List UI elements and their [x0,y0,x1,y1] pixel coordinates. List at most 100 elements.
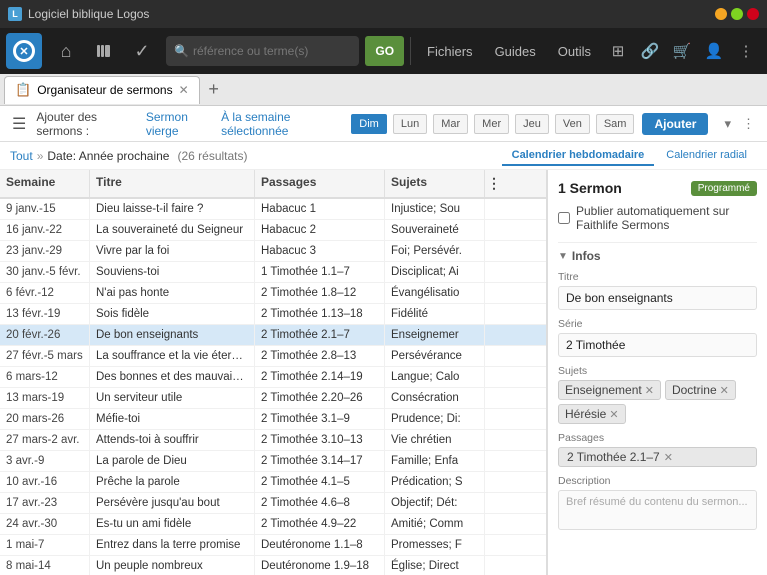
calendar-radial-button[interactable]: Calendrier radial [656,146,757,166]
search-input[interactable] [193,44,351,58]
td-passage: 2 Timothée 4.6–8 [255,493,385,513]
titlebar-controls[interactable] [715,8,759,20]
td-passage: 1 Timothée 1.1–7 [255,262,385,282]
day-jeu-button[interactable]: Jeu [515,114,549,134]
tag-doctrine[interactable]: Doctrine ✕ [665,380,736,400]
table-row[interactable]: 16 janv.-22 La souveraineté du Seigneur … [0,220,546,241]
day-ven-button[interactable]: Ven [555,114,590,134]
day-dim-button[interactable]: Dim [351,114,387,134]
td-sujet: Souveraineté [385,220,485,240]
infos-label: Infos [572,249,601,263]
navbar: ✕ ⌂ ✓ 🔍 GO Fichiers Guides Outils ⊞ 🔗 🛒 … [0,28,767,74]
panel-badge: Programmé [691,181,757,196]
sermon-vierge-link[interactable]: Sermon vierge [146,110,215,138]
home-button[interactable]: ⌂ [48,33,84,69]
tag-heresie-remove[interactable]: ✕ [609,408,618,421]
passage-tag[interactable]: 2 Timothée 2.1–7 ✕ [558,447,757,467]
calendar-hebdo-button[interactable]: Calendrier hebdomadaire [502,146,655,166]
minimize-button[interactable] [715,8,727,20]
outils-menu[interactable]: Outils [548,38,601,65]
tag-enseignement-remove[interactable]: ✕ [645,384,654,397]
td-titre: Souviens-toi [90,262,255,282]
table-row[interactable]: 13 févr.-19 Sois fidèle 2 Timothée 1.13–… [0,304,546,325]
td-passage: 2 Timothée 1.13–18 [255,304,385,324]
table-row[interactable]: 6 févr.-12 N'ai pas honte 2 Timothée 1.8… [0,283,546,304]
toolbar-menu-icon[interactable]: ☰ [8,110,30,138]
table-row[interactable]: 9 janv.-15 Dieu laisse-t-il faire ? Haba… [0,199,546,220]
go-button[interactable]: GO [365,36,404,66]
table-row[interactable]: 24 avr.-30 Es-tu un ami fidèle 2 Timothé… [0,514,546,535]
table-row[interactable]: 1 mai-7 Entrez dans la terre promise Deu… [0,535,546,556]
fichiers-menu[interactable]: Fichiers [417,38,483,65]
td-passage: Habacuc 2 [255,220,385,240]
td-sujet: Langue; Calo [385,367,485,387]
more-options-icon[interactable]: ⋮ [738,114,759,134]
sermon-tab[interactable]: 📋 Organisateur de sermons ✕ [4,76,200,104]
serie-value[interactable]: 2 Timothée [558,333,757,357]
table-row[interactable]: 8 mai-14 Un peuple nombreux Deutéronome … [0,556,546,575]
day-mar-button[interactable]: Mar [433,114,468,134]
app-title: Logiciel biblique Logos [28,7,149,21]
day-mer-button[interactable]: Mer [474,114,509,134]
table-row[interactable]: 27 févr.-5 mars La souffrance et la vie … [0,346,546,367]
titre-value[interactable]: De bon enseignants [558,286,757,310]
dropdown-icon[interactable]: ▾ [720,114,735,134]
table-row[interactable]: 13 mars-19 Un serviteur utile 2 Timothée… [0,388,546,409]
breadcrumb-all-link[interactable]: Tout [10,149,33,163]
passage-remove[interactable]: ✕ [664,451,673,464]
table-row[interactable]: 20 févr.-26 De bon enseignants 2 Timothé… [0,325,546,346]
a-la-semaine-link[interactable]: À la semaine sélectionnée [221,110,345,138]
close-button[interactable] [747,8,759,20]
td-date: 30 janv.-5 févr. [0,262,90,282]
tag-heresie[interactable]: Hérésie ✕ [558,404,626,424]
td-titre: Persévère jusqu'au bout [90,493,255,513]
search-bar: 🔍 [166,36,359,66]
table-row[interactable]: 3 avr.-9 La parole de Dieu 2 Timothée 3.… [0,451,546,472]
tab-close-button[interactable]: ✕ [179,83,189,97]
more-icon[interactable]: ⋮ [731,36,761,66]
td-passage: Deutéronome 1.1–8 [255,535,385,555]
tasks-button[interactable]: ✓ [124,33,160,69]
td-extra [485,451,501,471]
description-label: Description [558,475,757,487]
td-titre: Entrez dans la terre promise [90,535,255,555]
table-row[interactable]: 30 janv.-5 févr. Souviens-toi 1 Timothée… [0,262,546,283]
maximize-button[interactable] [731,8,743,20]
cart-icon[interactable]: 🛒 [667,36,697,66]
app-icon: L [8,7,22,21]
guides-menu[interactable]: Guides [485,38,546,65]
infos-section[interactable]: ▼ Infos [558,249,757,263]
divider1 [558,242,757,243]
user-icon[interactable]: 👤 [699,36,729,66]
td-titre: Sois fidèle [90,304,255,324]
td-titre: Un serviteur utile [90,388,255,408]
tag-enseignement[interactable]: Enseignement ✕ [558,380,661,400]
td-passage: 2 Timothée 3.1–9 [255,409,385,429]
td-sujet: Injustice; Sou [385,199,485,219]
td-date: 16 janv.-22 [0,220,90,240]
table-row[interactable]: 6 mars-12 Des bonnes et des mauvaises pa… [0,367,546,388]
day-sam-button[interactable]: Sam [596,114,635,134]
table-row[interactable]: 17 avr.-23 Persévère jusqu'au bout 2 Tim… [0,493,546,514]
link-icon[interactable]: 🔗 [635,36,665,66]
table-row[interactable]: 23 janv.-29 Vivre par la foi Habacuc 3 F… [0,241,546,262]
td-passage: Deutéronome 1.9–18 [255,556,385,575]
ajouter-button[interactable]: Ajouter [642,113,708,135]
td-titre: N'ai pas honte [90,283,255,303]
description-field[interactable]: Bref résumé du contenu du sermon... [558,490,757,530]
nav-right-icons: ⊞ 🔗 🛒 👤 ⋮ [603,36,761,66]
td-extra [485,346,501,366]
table-row[interactable]: 10 avr.-16 Prêche la parole 2 Timothée 4… [0,472,546,493]
td-titre: La parole de Dieu [90,451,255,471]
day-lun-button[interactable]: Lun [393,114,427,134]
td-sujet: Persévérance [385,346,485,366]
publish-checkbox[interactable] [558,212,570,224]
td-titre: La souveraineté du Seigneur [90,220,255,240]
layout-icon[interactable]: ⊞ [603,36,633,66]
add-tab-button[interactable]: + [202,78,226,102]
breadcrumb-current: Date: Année prochaine [47,149,169,163]
tag-doctrine-remove[interactable]: ✕ [720,384,729,397]
table-row[interactable]: 20 mars-26 Méfie-toi 2 Timothée 3.1–9 Pr… [0,409,546,430]
library-button[interactable] [86,33,122,69]
table-row[interactable]: 27 mars-2 avr. Attends-toi à souffrir 2 … [0,430,546,451]
